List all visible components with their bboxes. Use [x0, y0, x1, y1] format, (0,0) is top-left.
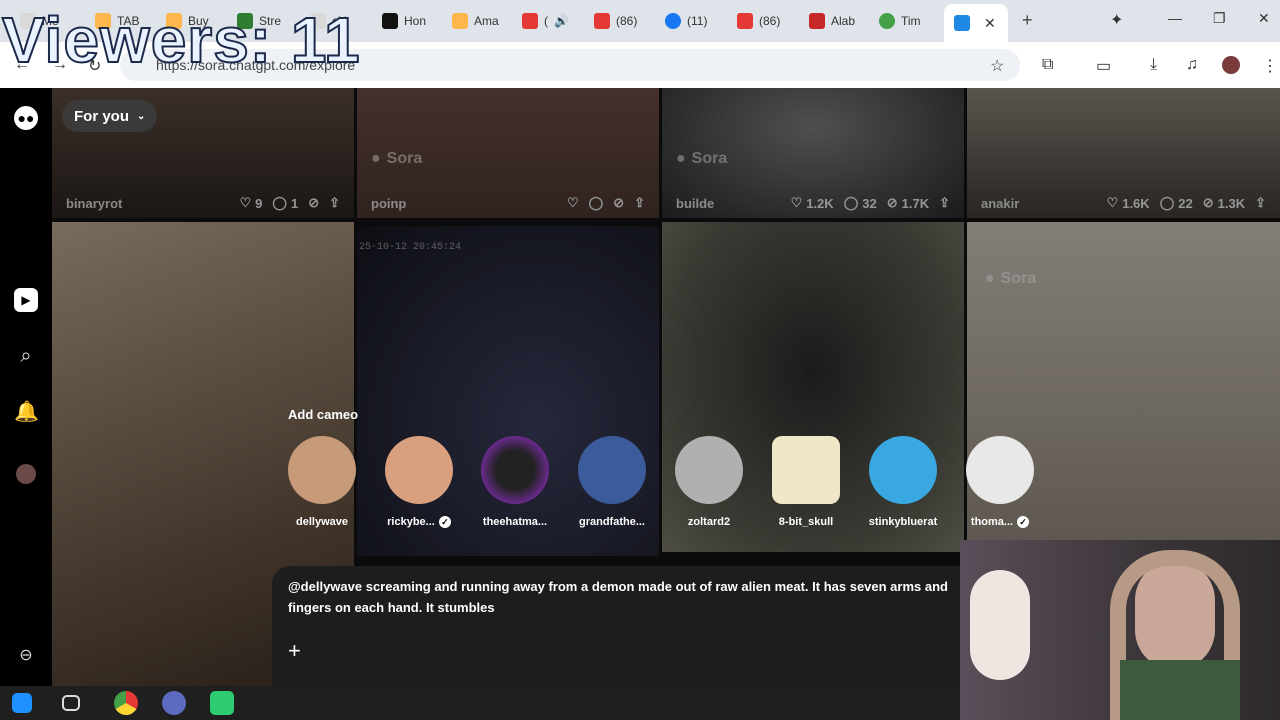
- browser-tab[interactable]: (🔊: [522, 8, 569, 34]
- add-cameo-title: Add cameo: [288, 407, 359, 422]
- tab-label: (86): [759, 14, 781, 28]
- windows-start-icon[interactable]: [12, 693, 32, 713]
- tab-label: Tim: [901, 14, 921, 28]
- browser-tab[interactable]: Alab: [809, 8, 855, 34]
- download-icon[interactable]: ⤓: [1150, 56, 1157, 74]
- avatar: [481, 436, 549, 504]
- chrome-profile-icon[interactable]: [162, 691, 186, 715]
- browser-tab[interactable]: (11): [665, 8, 707, 34]
- restore-button[interactable]: ❐: [1213, 10, 1226, 27]
- cameo-name: dellywave: [277, 516, 367, 528]
- youtube-icon: [594, 13, 610, 29]
- add-attachment-button[interactable]: +: [288, 640, 310, 662]
- news-icon: [809, 13, 825, 29]
- verified-icon: ✓: [438, 516, 451, 528]
- play-icon: [879, 13, 895, 29]
- verified-icon: ✓: [1017, 516, 1030, 528]
- tab-label: Ama: [474, 14, 499, 28]
- cameo-name-text: thoma...: [970, 516, 1014, 528]
- streamer-shirt: [1120, 660, 1240, 720]
- cameo-name-text: rickybe...: [387, 516, 435, 528]
- cameo-option[interactable]: stinkybluerat: [858, 436, 948, 528]
- default-avatar-icon: [675, 436, 743, 504]
- sora-icon: [954, 15, 970, 31]
- cameo-name-text: stinkybluerat: [868, 516, 938, 528]
- cameo-name: stinkybluerat: [858, 516, 948, 528]
- tab-label: (: [544, 14, 548, 28]
- cameo-name: 8-bit_skull: [761, 516, 851, 528]
- new-tab-button[interactable]: +: [1022, 10, 1033, 31]
- tab-label: Alab: [831, 14, 856, 28]
- cast-icon[interactable]: ▭: [1096, 56, 1111, 76]
- windows-taskbar: [0, 686, 960, 720]
- chevron-down-icon: ⌄: [137, 110, 146, 122]
- avatar: [966, 436, 1034, 504]
- cameo-option[interactable]: theehatma...: [470, 436, 560, 528]
- speaker-icon: 🔊: [554, 14, 569, 28]
- notification-bell-icon[interactable]: 🔔: [14, 400, 39, 424]
- cameo-name-text: grandfathe...: [578, 516, 645, 528]
- close-window-button[interactable]: ✕: [1258, 10, 1270, 27]
- for-you-dropdown[interactable]: For you ⌄: [62, 100, 158, 132]
- sora-logo-icon[interactable]: ●●: [14, 106, 38, 130]
- tab-label: Hon: [404, 14, 427, 28]
- search-icon[interactable]: ⌕: [14, 344, 38, 368]
- media-control-icon[interactable]: ♫: [1186, 56, 1198, 74]
- close-tab-icon[interactable]: ✕: [984, 15, 996, 32]
- prompt-composer[interactable]: @dellywave screaming and running away fr…: [272, 566, 960, 686]
- browser-tab[interactable]: (86): [737, 8, 780, 34]
- gemini-icon[interactable]: ✦: [1110, 10, 1123, 30]
- cameo-name-text: theehatma...: [482, 516, 548, 528]
- skull-avatar: [772, 436, 840, 504]
- cameo-name: grandfathe...: [567, 516, 657, 528]
- avatar: [578, 436, 646, 504]
- cameo-option[interactable]: grandfathe...: [567, 436, 657, 528]
- viewer-count-overlay: Viewers: 11: [1, 3, 361, 77]
- youtube-icon: [737, 13, 753, 29]
- active-tab-sora[interactable]: ✕: [944, 4, 1008, 42]
- minimize-button[interactable]: —: [1168, 10, 1182, 26]
- prompt-input[interactable]: @dellywave screaming and running away fr…: [288, 576, 960, 618]
- cameo-option[interactable]: thoma... ✓: [955, 436, 1045, 528]
- tab-label: (86): [616, 14, 638, 28]
- sora-app-icon[interactable]: [210, 691, 234, 715]
- sora-sidebar: ●● ▶ ⌕ 🔔 ⊖: [0, 88, 52, 686]
- avatar: [385, 436, 453, 504]
- webcam-overlay: [960, 540, 1280, 720]
- tab-label: (11): [687, 14, 708, 28]
- x-icon: [382, 13, 398, 29]
- amazon-icon: [452, 13, 468, 29]
- cameo-name: zoltard2: [664, 516, 754, 528]
- browser-tab[interactable]: Tim: [879, 8, 921, 34]
- for-you-label: For you: [74, 107, 129, 125]
- browser-tab[interactable]: (86): [594, 8, 637, 34]
- browser-tab[interactable]: Hon: [382, 8, 426, 34]
- task-view-icon[interactable]: [62, 695, 80, 711]
- cameo-name-text: 8-bit_skull: [778, 516, 834, 528]
- chrome-icon[interactable]: [114, 691, 138, 715]
- cameo-option[interactable]: zoltard2: [664, 436, 754, 528]
- more-menu-icon[interactable]: ⋮: [1262, 56, 1278, 76]
- cameo-option[interactable]: dellywave: [277, 436, 367, 528]
- cameo-name-text: zoltard2: [687, 516, 731, 528]
- cameo-name: theehatma...: [470, 516, 560, 528]
- cameo-option[interactable]: 8-bit_skull: [761, 436, 851, 528]
- bookmark-star-icon[interactable]: ☆: [990, 56, 1004, 76]
- cameo-name: rickybe... ✓: [374, 516, 464, 528]
- cameo-option[interactable]: rickybe... ✓: [374, 436, 464, 528]
- extensions-icon[interactable]: ⧉: [1042, 56, 1053, 74]
- youtube-icon: [522, 13, 538, 29]
- home-feed-icon[interactable]: ▶: [14, 288, 38, 312]
- cameo-name-text: dellywave: [296, 516, 348, 528]
- plush-toy: [970, 570, 1030, 680]
- more-options-icon[interactable]: ⊖: [14, 644, 38, 668]
- avatar: [288, 436, 356, 504]
- profile-avatar[interactable]: [16, 464, 36, 484]
- profile-avatar[interactable]: [1222, 56, 1240, 74]
- avatar: [869, 436, 937, 504]
- browser-tab[interactable]: Ama: [452, 8, 499, 34]
- facebook-icon: [665, 13, 681, 29]
- cameo-name: thoma... ✓: [955, 516, 1045, 528]
